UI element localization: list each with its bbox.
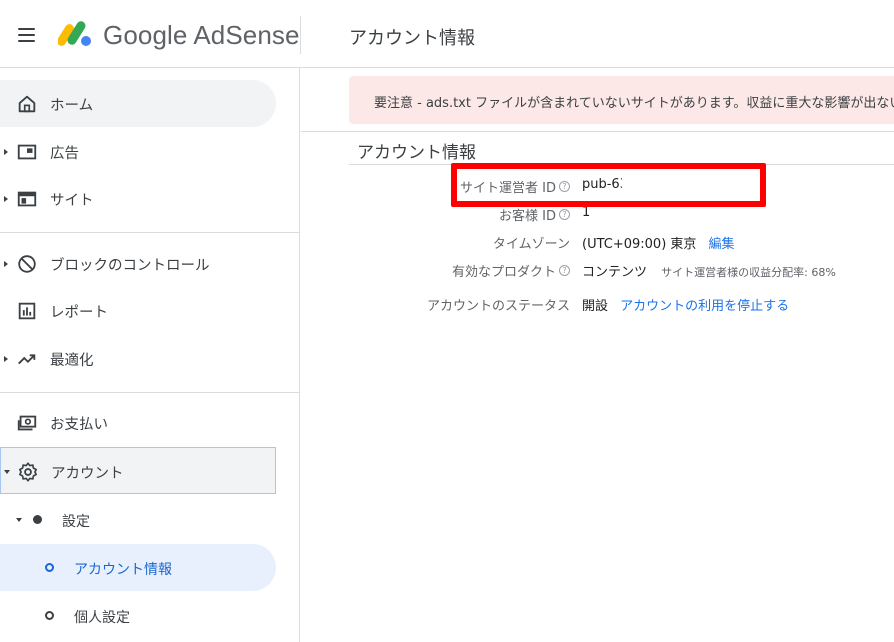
customer-id-value: 1 (582, 205, 591, 220)
close-account-link[interactable]: アカウントの利用を停止する (620, 299, 789, 314)
hamburger-menu-icon[interactable] (14, 24, 40, 46)
ads-txt-warning-banner[interactable]: 要注意 - ads.txt ファイルが含まれていないサイトがあります。収益に重大… (349, 76, 894, 124)
sidebar-subitem-personal-settings[interactable]: 個人設定 (0, 592, 276, 639)
section-title: アカウント情報 (357, 143, 476, 163)
sidebar-item-label: アカウント (51, 466, 124, 482)
help-icon[interactable]: ? (559, 209, 570, 220)
payments-icon (17, 415, 37, 431)
adsense-logo-icon (58, 21, 91, 46)
sidebar-item-label: レポート (50, 305, 108, 321)
sidebar-subitem-account-info[interactable]: アカウント情報 (0, 544, 276, 591)
sidebar-subitem-label: アカウント情報 (74, 562, 172, 578)
sidebar-item-sites[interactable]: サイト (0, 175, 276, 222)
expand-arrow-icon[interactable] (4, 261, 8, 267)
bullet-icon (33, 515, 42, 524)
report-icon (18, 302, 36, 320)
collapse-arrow-icon[interactable] (16, 518, 22, 522)
sidebar-item-label: ホーム (50, 98, 94, 114)
collapse-arrow-icon[interactable] (4, 470, 10, 474)
warning-text: 要注意 - ads.txt ファイルが含まれていないサイトがあります。収益に重大… (374, 96, 894, 111)
sites-icon (17, 191, 37, 207)
active-products-value: コンテンツ サイト運営者様の収益分配率: 68% (582, 265, 836, 280)
sidebar-item-home[interactable]: ホーム (0, 80, 276, 127)
sidebar-item-blocking-controls[interactable]: ブロックのコントロール (0, 240, 276, 287)
sidebar-divider (0, 232, 300, 233)
ads-icon (17, 144, 37, 160)
edit-timezone-link[interactable]: 編集 (709, 237, 735, 252)
help-icon[interactable]: ? (559, 265, 570, 276)
sidebar-item-label: 最適化 (50, 353, 94, 369)
bullet-outline-icon (45, 611, 54, 620)
active-products-label: 有効なプロダクト ? (452, 261, 570, 280)
timezone-label: タイムゾーン (492, 237, 570, 252)
block-icon (18, 255, 36, 273)
sidebar-item-ads[interactable]: 広告 (0, 128, 276, 175)
sidebar-item-payments[interactable]: お支払い (0, 399, 276, 446)
trending-up-icon (18, 354, 36, 365)
sidebar-divider (0, 392, 300, 393)
brand-title: Google AdSense (103, 20, 300, 50)
annotation-highlight-box (451, 163, 766, 207)
expand-arrow-icon[interactable] (4, 356, 8, 362)
sidebar-item-label: お支払い (50, 417, 108, 433)
account-status-label: アカウントのステータス (426, 299, 570, 314)
sidebar-item-optimization[interactable]: 最適化 (0, 335, 276, 382)
customer-id-label: お客様 ID ? (499, 205, 570, 224)
sidebar: ホーム 広告 サイト ブロックのコントロール レポート 最適化 お支払い アカウ… (0, 68, 300, 642)
sidebar-item-label: サイト (50, 193, 94, 209)
home-icon (18, 95, 36, 113)
expand-arrow-icon[interactable] (4, 149, 8, 155)
account-status-value: 開設 アカウントの利用を停止する (582, 299, 790, 314)
timezone-value: (UTC+09:00) 東京 編集 (582, 237, 735, 252)
top-header: Google AdSense アカウント情報 (0, 0, 894, 68)
sidebar-subitem-settings[interactable]: 設定 (0, 496, 276, 543)
header-divider (300, 16, 301, 54)
expand-arrow-icon[interactable] (4, 196, 8, 202)
sidebar-subitem-label: 個人設定 (74, 610, 130, 626)
sidebar-item-label: 広告 (50, 146, 79, 162)
sidebar-subitem-label: 設定 (62, 514, 90, 530)
sidebar-item-account[interactable]: アカウント (0, 447, 276, 494)
content-divider (301, 131, 894, 132)
sidebar-item-label: ブロックのコントロール (50, 258, 210, 274)
bullet-outline-icon (45, 563, 54, 572)
gear-icon (19, 462, 37, 482)
revenue-share-note: サイト運営者様の収益分配率: 68% (661, 266, 836, 279)
sidebar-item-reports[interactable]: レポート (0, 287, 276, 334)
page-title: アカウント情報 (349, 28, 475, 49)
